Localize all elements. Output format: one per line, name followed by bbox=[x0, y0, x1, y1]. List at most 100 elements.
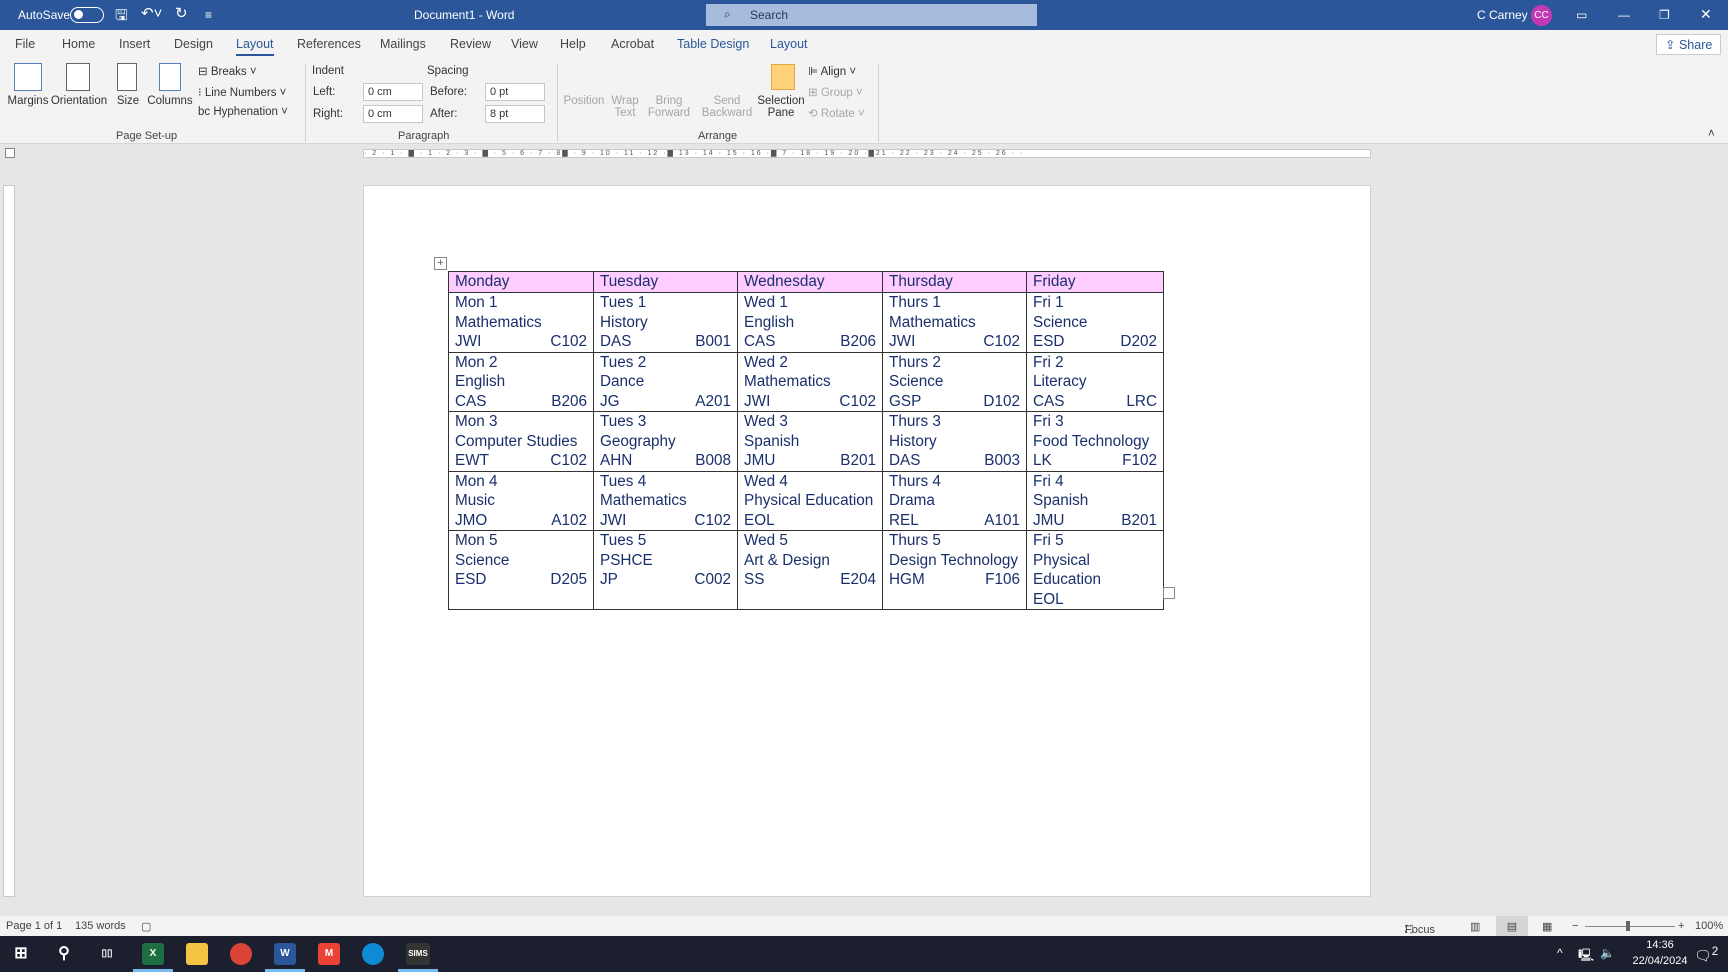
lesson-cell[interactable]: Tues 5 PSHCE JP C002 bbox=[593, 530, 738, 610]
margins-button[interactable]: Margins bbox=[6, 95, 50, 107]
tab-mailings[interactable]: Mailings bbox=[380, 37, 426, 51]
network-icon[interactable]: 🖳 bbox=[1578, 946, 1594, 967]
ribbon-display-icon[interactable]: ▭ bbox=[1576, 8, 1587, 22]
tab-table-layout[interactable]: Layout bbox=[770, 37, 808, 51]
lesson-cell[interactable]: Wed 2 Mathematics JWI C102 bbox=[737, 351, 883, 412]
hyphenation-button[interactable]: bc Hyphenation ˅ bbox=[198, 106, 288, 118]
sims-icon[interactable]: SIMS bbox=[406, 943, 430, 965]
zoom-slider[interactable] bbox=[1585, 926, 1675, 927]
lesson-cell[interactable]: Mon 3 Computer Studies EWT C102 bbox=[448, 411, 594, 472]
rotate-button[interactable]: ⟲ Rotate ˅ bbox=[808, 106, 865, 120]
zoom-in-icon[interactable]: + bbox=[1678, 920, 1684, 932]
gmail-icon[interactable]: M bbox=[318, 943, 340, 965]
read-mode-icon[interactable]: ▥ bbox=[1470, 920, 1480, 933]
lesson-cell[interactable]: Mon 5 Science ESD D205 bbox=[448, 530, 594, 610]
print-layout-icon[interactable]: ▤ bbox=[1496, 916, 1528, 936]
table-header-cell[interactable]: Monday bbox=[448, 271, 594, 293]
align-button[interactable]: ⊫ Align ˅ bbox=[808, 64, 856, 78]
customize-qat-icon[interactable]: ≡ bbox=[205, 8, 212, 22]
table-header-cell[interactable]: Wednesday bbox=[737, 271, 883, 293]
indent-right-input[interactable]: 0 cm bbox=[363, 105, 423, 123]
lesson-cell[interactable]: Wed 1 English CAS B206 bbox=[737, 292, 883, 353]
tab-review[interactable]: Review bbox=[450, 37, 491, 51]
lesson-cell[interactable]: Fri 1 Science ESD D202 bbox=[1026, 292, 1164, 353]
file-explorer-icon[interactable] bbox=[186, 943, 208, 965]
tab-help[interactable]: Help bbox=[560, 37, 586, 51]
lesson-cell[interactable]: Fri 2 Literacy CAS LRC bbox=[1026, 351, 1164, 412]
wrap-text-button[interactable]: Wrap Text bbox=[607, 95, 643, 119]
redo-icon[interactable]: ↻ bbox=[175, 4, 188, 22]
lesson-cell[interactable]: Mon 4 Music JMO A102 bbox=[448, 470, 594, 531]
notifications-icon[interactable]: 🗨2 bbox=[1694, 945, 1718, 965]
tab-table-design[interactable]: Table Design bbox=[677, 37, 749, 51]
lesson-cell[interactable]: Thurs 5 Design Technology HGM F106 bbox=[882, 530, 1027, 610]
spacing-after-input[interactable]: 8 pt bbox=[485, 105, 545, 123]
tab-home[interactable]: Home bbox=[62, 37, 95, 51]
lesson-cell[interactable]: Wed 4 Physical Education EOL bbox=[737, 470, 883, 531]
collapse-ribbon-icon[interactable]: ˄ bbox=[1708, 128, 1715, 140]
tab-selector[interactable] bbox=[5, 148, 15, 158]
lesson-cell[interactable]: Thurs 4 Drama REL A101 bbox=[882, 470, 1027, 531]
windows-start-icon[interactable]: ⊞ bbox=[10, 943, 32, 965]
show-hidden-icons-icon[interactable]: ^ bbox=[1557, 946, 1563, 960]
undo-icon[interactable]: ↶˅ bbox=[141, 4, 162, 22]
lesson-cell[interactable]: Fri 3 Food Technology LK F102 bbox=[1026, 411, 1164, 472]
tab-view[interactable]: View bbox=[511, 37, 538, 51]
lesson-cell[interactable]: Fri 4 Spanish JMU B201 bbox=[1026, 470, 1164, 531]
lesson-cell[interactable]: Tues 4 Mathematics JWI C102 bbox=[593, 470, 738, 531]
word-count[interactable]: 135 words bbox=[75, 920, 126, 932]
task-view-icon[interactable]: ▯▯ bbox=[96, 943, 118, 965]
lesson-cell[interactable]: Wed 3 Spanish JMU B201 bbox=[737, 411, 883, 472]
lesson-cell[interactable]: Wed 5 Art & Design SS E204 bbox=[737, 530, 883, 610]
line-numbers-button[interactable]: ⁝ Line Numbers ˅ bbox=[198, 85, 286, 99]
autosave-toggle[interactable] bbox=[70, 7, 104, 23]
tab-design[interactable]: Design bbox=[174, 37, 213, 51]
edge-icon[interactable] bbox=[362, 943, 384, 965]
chrome-icon[interactable] bbox=[230, 943, 252, 965]
share-button[interactable]: ⇪ Share bbox=[1656, 34, 1722, 55]
lesson-cell[interactable]: Thurs 1 Mathematics JWI C102 bbox=[882, 292, 1027, 353]
timetable[interactable]: Monday Tuesday Wednesday Thursday Friday Mon … bbox=[448, 271, 1164, 610]
tab-file[interactable]: File bbox=[15, 37, 35, 51]
lesson-cell[interactable]: Fri 5 Physical Education EOL bbox=[1026, 530, 1164, 610]
horizontal-ruler[interactable]: · 2 · 1 · ▇ · 1 · 2 · 3 · ▇ · 5 · 6 · 7 … bbox=[363, 149, 1371, 158]
page-count[interactable]: Page 1 of 1 bbox=[6, 920, 62, 932]
orientation-button[interactable]: Orientation bbox=[50, 95, 108, 107]
lesson-cell[interactable]: Tues 1 History DAS B001 bbox=[593, 292, 738, 353]
table-header-cell[interactable]: Friday bbox=[1026, 271, 1164, 293]
send-backward-button[interactable]: Send Backward bbox=[698, 95, 756, 119]
proofing-icon[interactable]: ▢ bbox=[141, 920, 151, 933]
tab-insert[interactable]: Insert bbox=[119, 37, 150, 51]
tab-references[interactable]: References bbox=[297, 37, 361, 51]
zoom-slider-thumb[interactable] bbox=[1626, 921, 1630, 931]
lesson-cell[interactable]: Mon 1 Mathematics JWI C102 bbox=[448, 292, 594, 353]
clock-date[interactable]: 22/04/2024 bbox=[1623, 955, 1697, 967]
group-button[interactable]: ⊞ Group ˅ bbox=[808, 85, 863, 99]
tab-layout[interactable]: Layout bbox=[236, 37, 274, 56]
table-header-cell[interactable]: Thursday bbox=[882, 271, 1027, 293]
volume-icon[interactable]: 🔈 bbox=[1600, 946, 1615, 960]
selection-pane-button[interactable]: Selection Pane bbox=[756, 95, 806, 119]
table-header-cell[interactable]: Tuesday bbox=[593, 271, 738, 293]
lesson-cell[interactable]: Tues 2 Dance JG A201 bbox=[593, 351, 738, 412]
indent-left-input[interactable]: 0 cm bbox=[363, 83, 423, 101]
zoom-out-icon[interactable]: − bbox=[1572, 920, 1578, 932]
bring-forward-button[interactable]: Bring Forward bbox=[643, 95, 695, 119]
size-button[interactable]: Size bbox=[112, 95, 144, 107]
excel-icon[interactable]: X bbox=[142, 943, 164, 965]
position-button[interactable]: Position bbox=[562, 95, 606, 107]
save-icon[interactable]: 🖫 bbox=[115, 5, 128, 30]
avatar[interactable]: CC bbox=[1531, 5, 1552, 26]
table-move-handle-icon[interactable]: + bbox=[434, 257, 447, 270]
spacing-before-input[interactable]: 0 pt bbox=[485, 83, 545, 101]
vertical-ruler[interactable] bbox=[3, 185, 15, 897]
lesson-cell[interactable]: Mon 2 English CAS B206 bbox=[448, 351, 594, 412]
restore-icon[interactable]: ❐ bbox=[1659, 8, 1670, 22]
tab-acrobat[interactable]: Acrobat bbox=[611, 37, 654, 51]
minimize-icon[interactable]: — bbox=[1618, 8, 1630, 22]
lesson-cell[interactable]: Tues 3 Geography AHN B008 bbox=[593, 411, 738, 472]
web-layout-icon[interactable]: ▦ bbox=[1542, 920, 1552, 933]
lesson-cell[interactable]: Thurs 2 Science GSP D102 bbox=[882, 351, 1027, 412]
table-resize-handle[interactable] bbox=[1163, 587, 1175, 599]
search-box[interactable]: ⌕ Search bbox=[706, 4, 1037, 26]
